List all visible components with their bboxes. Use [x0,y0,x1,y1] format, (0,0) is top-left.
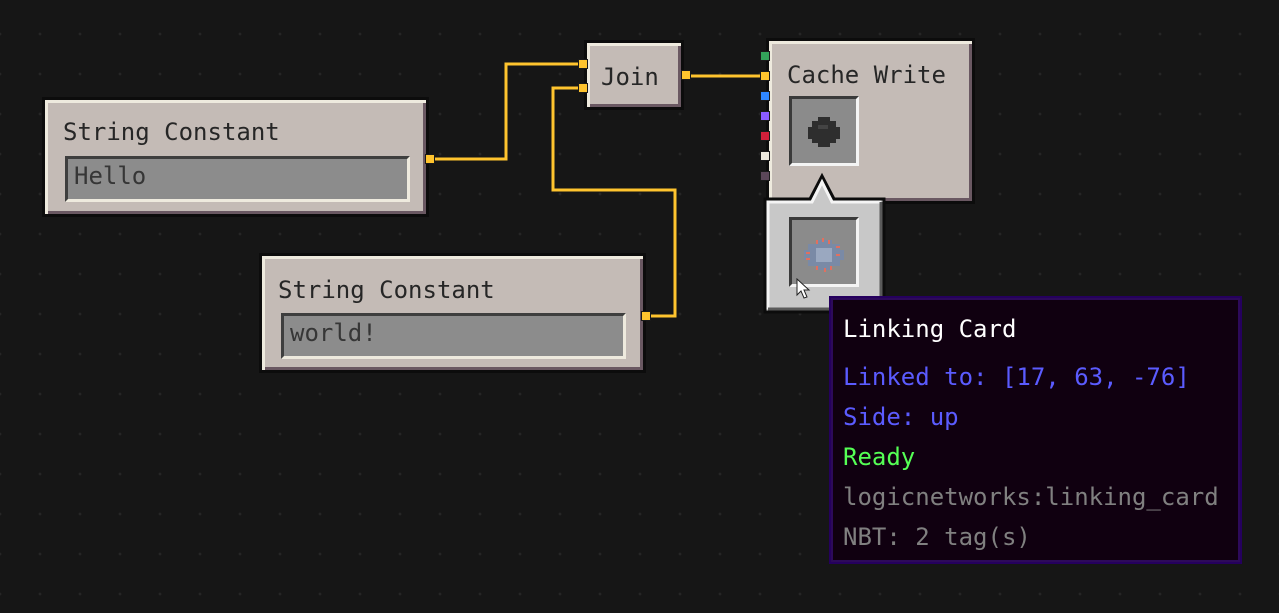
output-port[interactable] [681,70,691,80]
tooltip-nbt: NBT: 2 tag(s) [843,523,1031,551]
linking-card-icon [804,238,844,272]
tooltip-linked-to: Linked to: [17, 63, -76] [843,363,1190,391]
mouse-cursor-icon [796,278,811,299]
tooltip-status: Ready [843,443,916,471]
node-graph-canvas[interactable]: String Constant Hello String Constant wo… [0,0,1279,613]
tooltip-title: Linking Card [843,315,1017,343]
input-port[interactable] [578,83,588,93]
output-port[interactable] [425,154,435,164]
item-slot[interactable] [789,217,859,287]
string-constant-node-world[interactable]: String Constant world! [259,253,646,373]
input-port[interactable] [760,71,770,81]
dark-blob-icon [808,117,840,147]
tooltip-item-id: logicnetworks:linking_card [843,483,1219,511]
join-node[interactable]: Join [584,40,684,110]
node-title: String Constant [63,118,280,146]
string-constant-node-hello[interactable]: String Constant Hello [42,97,429,217]
input-port[interactable] [578,59,588,69]
string-value-field[interactable]: world! [281,313,626,359]
item-tooltip: Linking Card Linked to: [17, 63, -76] Si… [829,296,1242,564]
wire-hello-to-join [430,62,584,161]
input-port[interactable] [760,91,770,101]
node-title: Join [601,63,659,91]
string-value-field[interactable]: Hello [65,156,410,202]
node-title: Cache Write [787,61,946,89]
item-popup [762,170,888,316]
input-port[interactable] [760,131,770,141]
input-port[interactable] [760,51,770,61]
input-port[interactable] [760,151,770,161]
tooltip-side: Side: up [843,403,959,431]
input-port[interactable] [760,111,770,121]
node-title: String Constant [278,276,495,304]
output-port[interactable] [641,311,651,321]
item-slot[interactable] [789,96,859,166]
